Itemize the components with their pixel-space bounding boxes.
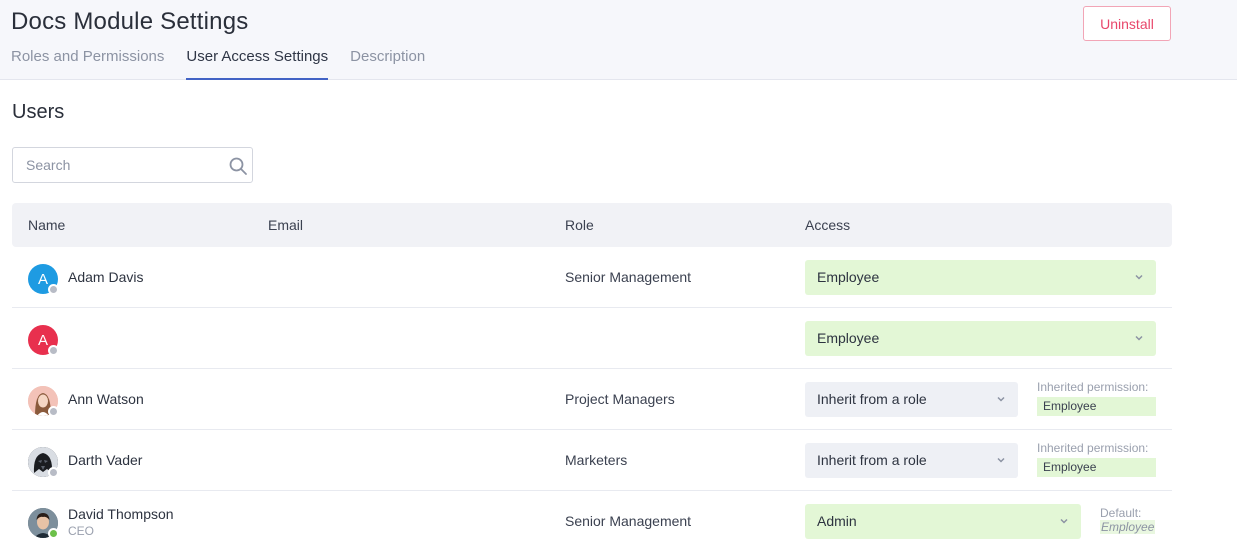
column-header-access: Access bbox=[805, 217, 851, 233]
column-header-name: Name bbox=[28, 217, 66, 233]
table-row: A Adam Davis Senior Management Employee bbox=[12, 247, 1172, 308]
inherited-permission-value: Employee bbox=[1037, 458, 1156, 477]
table-header: Name Email Role Access bbox=[12, 203, 1172, 247]
chevron-down-icon bbox=[1135, 335, 1143, 341]
access-select[interactable]: Employee bbox=[805, 260, 1156, 295]
chevron-down-icon bbox=[1060, 518, 1068, 524]
access-select-value: Inherit from a role bbox=[817, 452, 927, 468]
table-row: Ann Watson Project Managers Inherit from… bbox=[12, 369, 1172, 430]
table-row: A Employee bbox=[12, 308, 1172, 369]
user-title: CEO bbox=[68, 524, 95, 538]
table-row: Darth Vader Marketers Inherit from a rol… bbox=[12, 430, 1172, 491]
users-table: Name Email Role Access A Adam Davis Seni… bbox=[12, 203, 1172, 552]
default-permission-value: Employee bbox=[1100, 520, 1156, 534]
user-name[interactable]: David Thompson bbox=[68, 506, 174, 522]
access-select[interactable]: Employee bbox=[805, 321, 1156, 356]
avatar[interactable] bbox=[28, 386, 59, 417]
access-select[interactable]: Inherit from a role bbox=[805, 382, 1018, 417]
uninstall-button[interactable]: Uninstall bbox=[1083, 6, 1171, 41]
status-dot-offline bbox=[48, 467, 59, 478]
inherited-permission-value: Employee bbox=[1037, 397, 1156, 416]
avatar[interactable]: A bbox=[28, 264, 59, 295]
user-role: Marketers bbox=[565, 452, 628, 468]
tab-roles-and-permissions[interactable]: Roles and Permissions bbox=[11, 46, 164, 80]
inherited-permission-label: Inherited permission: bbox=[1037, 380, 1149, 394]
inherited-permission-label: Inherited permission: bbox=[1037, 441, 1149, 455]
chevron-down-icon bbox=[997, 396, 1005, 402]
user-name[interactable]: Adam Davis bbox=[68, 269, 143, 285]
column-header-role: Role bbox=[565, 217, 594, 233]
access-select-value: Admin bbox=[817, 513, 857, 529]
access-select-value: Inherit from a role bbox=[817, 391, 927, 407]
page-header: Docs Module Settings Uninstall Roles and… bbox=[0, 0, 1237, 80]
status-dot-online bbox=[48, 528, 59, 539]
search-icon[interactable] bbox=[228, 156, 248, 176]
avatar[interactable] bbox=[28, 508, 59, 539]
status-dot-offline bbox=[48, 345, 59, 356]
chevron-down-icon bbox=[1135, 274, 1143, 280]
user-role: Senior Management bbox=[565, 269, 692, 285]
avatar[interactable]: A bbox=[28, 325, 59, 356]
page-title: Docs Module Settings bbox=[11, 8, 249, 35]
access-select[interactable]: Admin bbox=[805, 504, 1081, 539]
section-title-users: Users bbox=[12, 101, 65, 123]
default-permission-label: Default: bbox=[1100, 506, 1142, 520]
access-select-value: Employee bbox=[817, 330, 880, 346]
user-role: Project Managers bbox=[565, 391, 675, 407]
user-name[interactable]: Ann Watson bbox=[68, 391, 144, 407]
user-role: Senior Management bbox=[565, 513, 692, 529]
tab-user-access-settings[interactable]: User Access Settings bbox=[186, 46, 329, 80]
access-select[interactable]: Inherit from a role bbox=[805, 443, 1018, 478]
access-select-value: Employee bbox=[817, 269, 880, 285]
status-dot-offline bbox=[48, 406, 59, 417]
chevron-down-icon bbox=[997, 457, 1005, 463]
search-box bbox=[12, 147, 253, 183]
tab-description[interactable]: Description bbox=[350, 46, 425, 80]
table-row: David Thompson CEO Senior Management Adm… bbox=[12, 491, 1172, 552]
status-dot-offline bbox=[48, 284, 59, 295]
tab-bar: Roles and Permissions User Access Settin… bbox=[11, 46, 447, 80]
user-name[interactable]: Darth Vader bbox=[68, 452, 142, 468]
avatar[interactable] bbox=[28, 447, 59, 478]
column-header-email: Email bbox=[268, 217, 304, 233]
search-input[interactable] bbox=[13, 148, 223, 182]
